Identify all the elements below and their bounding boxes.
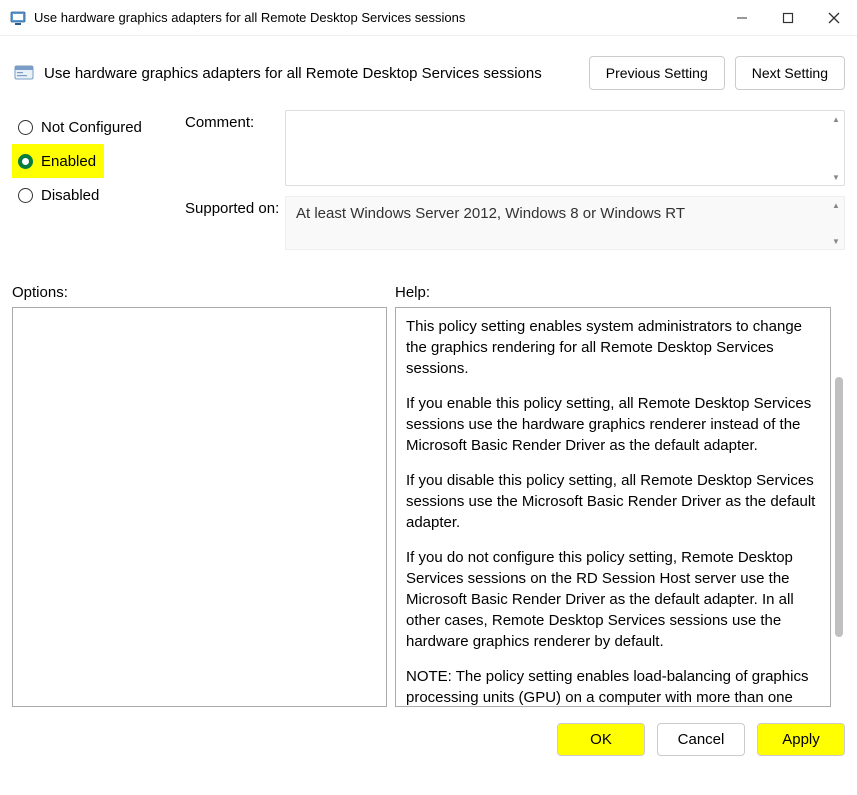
help-text-p2: If you enable this policy setting, all R… [406,393,820,456]
comment-label: Comment: [185,110,285,186]
header: Use hardware graphics adapters for all R… [12,56,845,90]
options-label: Options: [12,284,395,301]
radio-enabled-label: Enabled [41,153,96,170]
maximize-button[interactable] [765,0,811,36]
scroll-down-icon[interactable]: ▼ [832,237,840,245]
ok-button[interactable]: OK [557,723,645,756]
policy-icon [14,63,34,83]
help-text-p1: This policy setting enables system admin… [406,316,820,379]
help-text-p3: If you disable this policy setting, all … [406,470,820,533]
supported-on-box: At least Windows Server 2012, Windows 8 … [285,196,845,250]
previous-setting-button[interactable]: Previous Setting [589,56,725,90]
help-text-p5: NOTE: The policy setting enables load-ba… [406,666,820,707]
radio-not-configured[interactable]: Not Configured [12,110,167,144]
radio-enabled[interactable]: Enabled [12,144,104,178]
comment-input[interactable]: ▲ ▼ [285,110,845,186]
minimize-button[interactable] [719,0,765,36]
help-label: Help: [395,284,430,301]
dialog-footer: OK Cancel Apply [0,707,857,772]
help-text-p4: If you do not configure this policy sett… [406,547,820,652]
help-panel[interactable]: This policy setting enables system admin… [395,307,831,707]
apply-button[interactable]: Apply [757,723,845,756]
window-buttons [719,0,857,36]
radio-disabled-label: Disabled [41,187,99,204]
window-title: Use hardware graphics adapters for all R… [34,10,719,25]
supported-on-value: At least Windows Server 2012, Windows 8 … [296,205,685,222]
radio-disabled[interactable]: Disabled [12,178,167,212]
radio-not-configured-label: Not Configured [41,119,142,136]
policy-title: Use hardware graphics adapters for all R… [44,65,579,82]
close-button[interactable] [811,0,857,36]
scroll-up-icon[interactable]: ▲ [832,201,840,209]
state-radio-group: Not Configured Enabled Disabled [12,110,167,260]
supported-on-label: Supported on: [185,196,285,250]
scroll-down-icon[interactable]: ▼ [832,173,840,181]
options-panel [12,307,387,707]
help-scrollbar[interactable] [833,307,845,707]
cancel-button[interactable]: Cancel [657,723,745,756]
next-setting-button[interactable]: Next Setting [735,56,845,90]
app-icon [10,10,26,26]
scroll-up-icon[interactable]: ▲ [832,115,840,123]
titlebar: Use hardware graphics adapters for all R… [0,0,857,36]
help-scrollbar-thumb[interactable] [835,377,843,637]
